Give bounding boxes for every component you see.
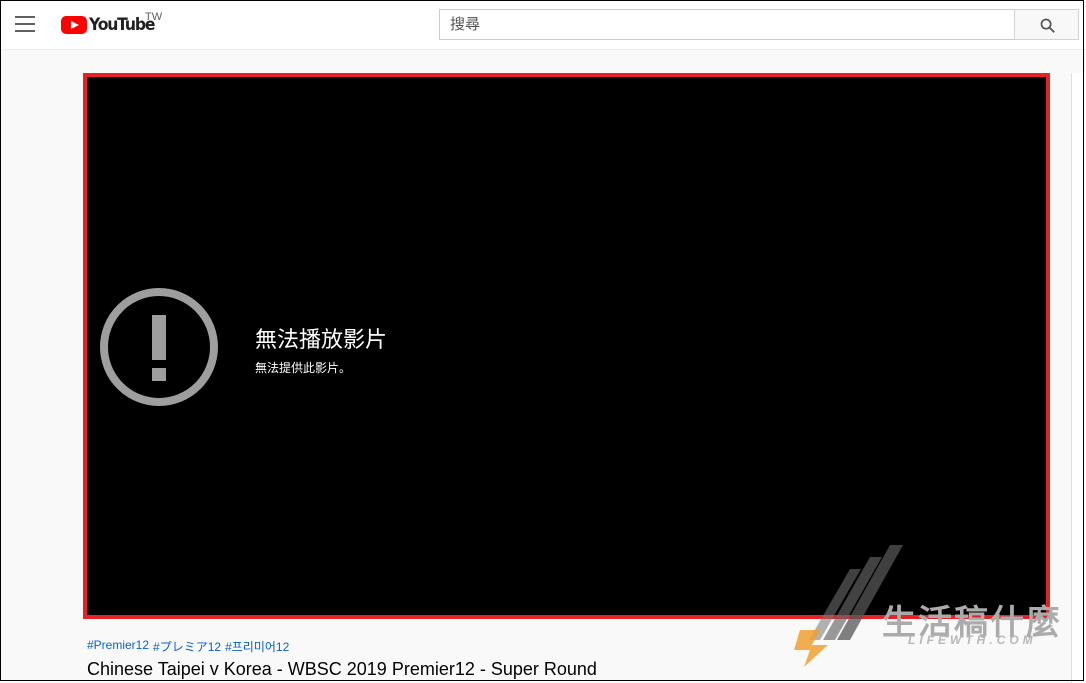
error-message: 無法提供此影片。 <box>255 361 352 375</box>
video-player[interactable]: 無法播放影片 無法提供此影片。 <box>83 73 1050 619</box>
masthead: YouTube TW 搜尋 <box>0 0 1086 50</box>
error-title: 無法播放影片 <box>255 328 388 353</box>
sidebar-panel <box>1071 73 1086 683</box>
error-icon <box>100 288 218 406</box>
region-code: TW <box>145 11 163 23</box>
search-icon <box>1040 18 1055 33</box>
hashtag-link[interactable]: #Premier12 <box>87 638 149 655</box>
menu-icon[interactable] <box>15 16 35 32</box>
search-input[interactable]: 搜尋 <box>439 9 1015 40</box>
play-logo-icon <box>61 16 87 34</box>
hashtag-list: #Premier12 #プレミア12 #프리미어12 <box>87 638 289 655</box>
hashtag-link[interactable]: #프리미어12 <box>225 638 289 655</box>
watermark-text-en: LIFEWTH.COM <box>908 633 1037 647</box>
video-title: Chinese Taipei v Korea - WBSC 2019 Premi… <box>87 659 597 679</box>
hashtag-link[interactable]: #プレミア12 <box>153 638 221 655</box>
search-button[interactable] <box>1014 9 1079 40</box>
